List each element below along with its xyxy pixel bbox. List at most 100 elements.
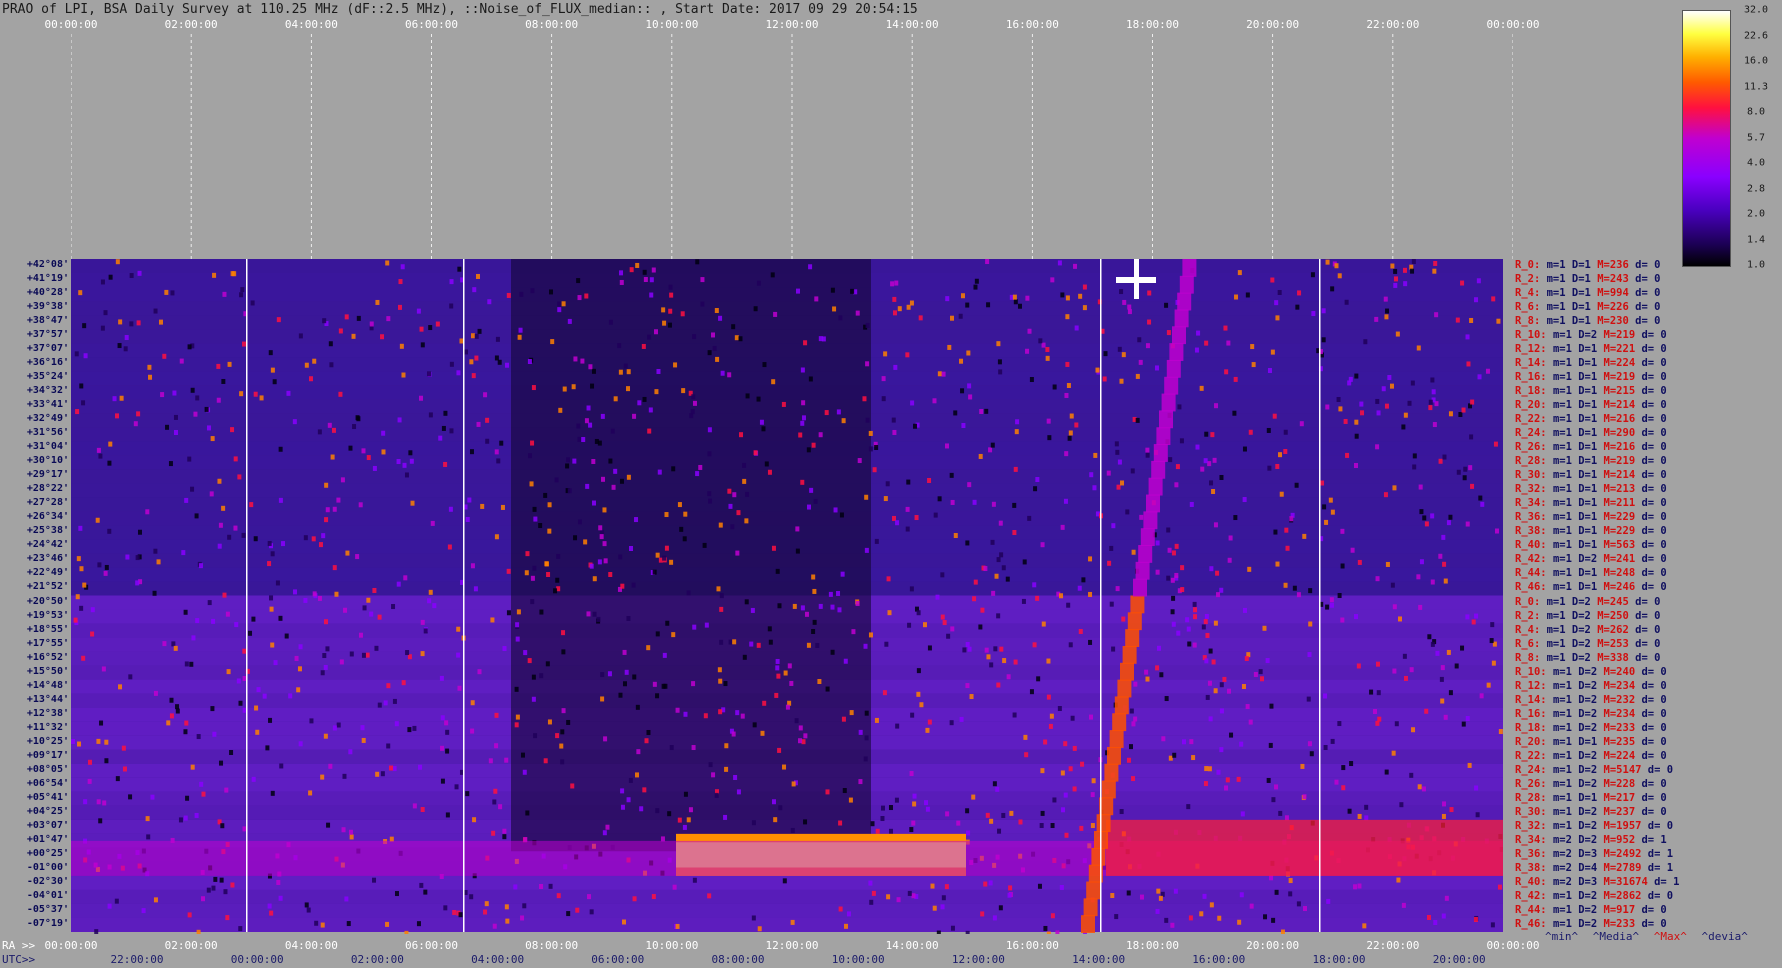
heatmap-cell (1344, 299, 1349, 305)
heatmap-cell (1228, 535, 1233, 541)
streak-cell (1143, 511, 1158, 530)
legend-min: ^min^ (1545, 930, 1579, 943)
heatmap-cell (1385, 561, 1390, 567)
heatmap-cell (467, 497, 472, 503)
heatmap-cell (304, 902, 309, 908)
heatmap-cell (632, 896, 637, 902)
heatmap-cell (965, 540, 970, 546)
heatmap-cell (801, 739, 806, 745)
heatmap-cell (649, 292, 654, 298)
heatmap-cell (988, 880, 993, 886)
heatmap-cell (1356, 663, 1361, 669)
heatmap-cell (566, 911, 571, 917)
declination-label: +19°53' (26, 609, 69, 621)
heatmap-cell (997, 828, 1002, 834)
heatmap-cell (242, 648, 247, 654)
heatmap-cell (1497, 884, 1502, 890)
heatmap-cell (628, 777, 633, 783)
heatmap-cell (220, 823, 225, 829)
declination-label: +11°32' (26, 721, 69, 733)
beam-stat-field: d= 0 (1641, 525, 1667, 538)
beam-stat-field: R_34: (1515, 497, 1553, 510)
heatmap-cell (1001, 812, 1006, 818)
heatmap-cell (222, 291, 227, 297)
heatmap-cell (494, 743, 499, 749)
heatmap-cell (1111, 646, 1116, 652)
heatmap-cell (366, 455, 371, 461)
heatmap-cell (803, 819, 808, 825)
heatmap-cell (1470, 399, 1475, 405)
beam-stat-field: D=1 (1571, 259, 1598, 271)
heatmap-cell (967, 383, 972, 389)
heatmap-cell (1441, 534, 1446, 540)
declination-label: +05°41' (26, 791, 69, 803)
heatmap-cell (270, 642, 275, 648)
heatmap-cell (1052, 797, 1057, 803)
beam-stat-field: D=2 (1578, 749, 1604, 762)
heatmap-cell (1334, 263, 1339, 269)
beam-stat-field: m=1 (1546, 273, 1572, 286)
heatmap-cell (654, 329, 659, 335)
heatmap-cell (498, 804, 503, 810)
heatmap-cell (739, 432, 744, 438)
beam-stat-field: M=233 (1603, 917, 1642, 930)
heatmap-cell (297, 666, 302, 672)
heatmap-cell (98, 453, 103, 459)
heatmap-cell (169, 697, 174, 703)
heatmap-cell (1387, 375, 1392, 381)
heatmap-cell (1040, 542, 1045, 548)
streak-cell (1081, 915, 1095, 933)
beam-stat-row: R_36: m=1 D=1 M=229 d= 0 (1515, 511, 1667, 523)
beam-stat-field: R_20: (1515, 399, 1553, 412)
heatmap-cell (770, 272, 775, 278)
heatmap-cell (1260, 676, 1265, 682)
heatmap-cell (985, 259, 990, 265)
heatmap-cell (1399, 802, 1404, 808)
heatmap-cell (750, 607, 755, 613)
heatmap-cell (656, 368, 661, 374)
heatmap-cell (585, 483, 590, 489)
heatmap-cell (742, 462, 747, 468)
heatmap-cell (114, 898, 119, 904)
heatmap-cell (933, 512, 938, 518)
heatmap-cell (330, 454, 335, 460)
heatmap-cell (222, 592, 227, 598)
utc-tick-label: 02:00:00 (350, 953, 404, 966)
heatmap-cell (742, 654, 747, 660)
heatmap-cell (771, 799, 776, 805)
heatmap-cell (858, 779, 863, 785)
heatmap-cell (377, 702, 382, 708)
heatmap-cell (1070, 715, 1075, 721)
heatmap-cell (567, 488, 572, 494)
beam-stat-field: D=1 (1578, 567, 1604, 580)
beam-stat-field: m=1 (1552, 469, 1579, 482)
heatmap-cell (886, 894, 891, 900)
heatmap-cell (1063, 741, 1068, 747)
heatmap-cell (195, 395, 200, 401)
heatmap-cell (909, 300, 914, 306)
beam-stat-field: d= 0 (1635, 609, 1661, 622)
beam-stat-field: m=1 (1552, 693, 1579, 706)
beam-stat-field: d= 0 (1641, 399, 1667, 412)
heatmap-cell (527, 658, 532, 664)
heatmap-cell (1336, 396, 1341, 402)
heatmap-cell (998, 369, 1003, 375)
heatmap-cell (824, 410, 829, 416)
heatmap-cell (488, 758, 493, 764)
heatmap-cell (1292, 585, 1297, 591)
ra-tick-label: 04:00:00 (284, 939, 338, 952)
heatmap-row (71, 917, 1503, 932)
heatmap-edge (1503, 259, 1513, 932)
heatmap-cell (1364, 815, 1369, 821)
heatmap-cell (516, 609, 521, 615)
heatmap-cell (1416, 345, 1421, 351)
heatmap-cell (515, 636, 520, 642)
heatmap-dark-region (511, 259, 871, 852)
heatmap-cell (736, 789, 741, 795)
heatmap-cell (1227, 557, 1232, 563)
beam-stat-field: d= 0 (1641, 581, 1667, 594)
heatmap-cell (1045, 347, 1050, 353)
heatmap-cell (886, 576, 891, 582)
heatmap-cell (1012, 712, 1017, 718)
heatmap-cell (1192, 601, 1197, 607)
